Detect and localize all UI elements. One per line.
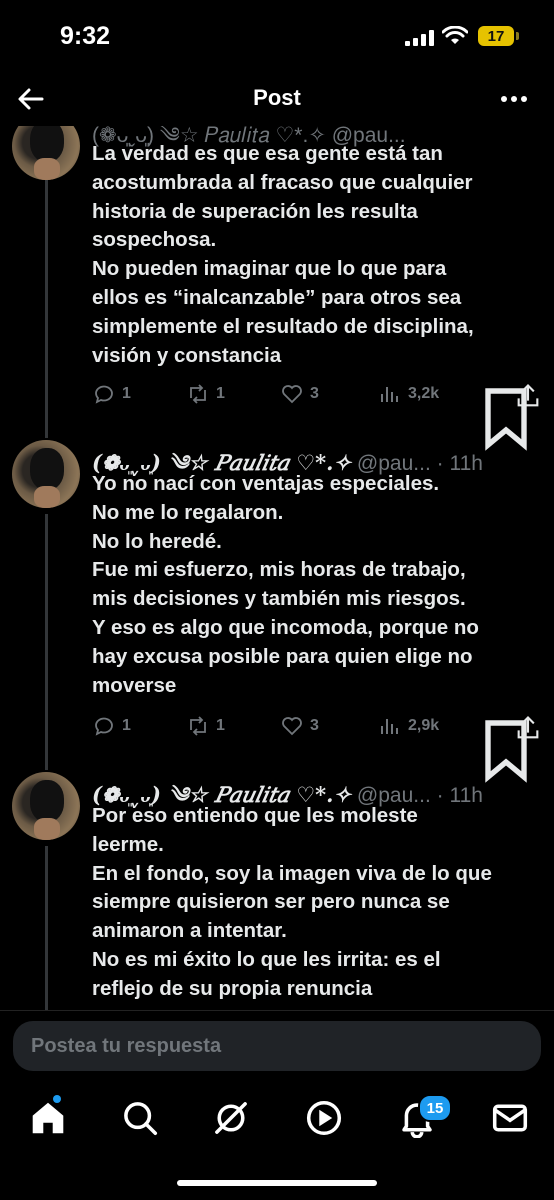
tweet-text: La verdad es que esa gente está tan acost…	[92, 142, 474, 367]
repost-button[interactable]: 1	[186, 714, 225, 738]
status-bar: 9:32 17	[0, 0, 554, 72]
views-icon	[381, 719, 398, 734]
heart-icon	[282, 385, 302, 404]
cellular-signal-icon	[405, 30, 434, 46]
tweet-actions: 1 1 3 2,9k	[92, 714, 542, 783]
home-unread-dot	[53, 1095, 61, 1103]
tweet-text: Por eso entiendo que les moleste leerme. E…	[92, 804, 492, 1000]
reply-bar: Postea tu respuesta	[0, 1010, 554, 1083]
thread-line	[45, 176, 48, 438]
thread-line	[45, 514, 48, 770]
battery-level: 17	[487, 27, 505, 45]
reply-icon	[95, 717, 113, 736]
views-icon	[381, 387, 398, 402]
reply-button[interactable]: 1	[92, 714, 131, 738]
search-icon[interactable]	[120, 1098, 160, 1138]
reply-button[interactable]: 1	[92, 382, 131, 406]
wifi-icon	[442, 26, 468, 44]
notifications-badge: 15	[418, 1094, 452, 1122]
repost-button[interactable]: 1	[186, 382, 225, 406]
share-icon[interactable]	[514, 382, 542, 410]
reply-icon	[95, 385, 113, 404]
more-options-icon[interactable]	[497, 86, 531, 112]
battery-icon: 17	[478, 26, 514, 46]
repost-icon	[190, 716, 206, 736]
page-title: Post	[253, 85, 301, 110]
views-button[interactable]: 2,9k	[378, 714, 439, 738]
like-button[interactable]: 3	[280, 382, 319, 406]
thread-line	[45, 846, 48, 1010]
tweet-text: Yo no nací con ventajas especiales. No me…	[92, 472, 479, 697]
nav-header: Post	[0, 72, 554, 126]
repost-icon	[190, 384, 206, 404]
home-indicator[interactable]	[177, 1180, 377, 1186]
grok-icon[interactable]	[211, 1098, 251, 1138]
reply-placeholder: Postea tu respuesta	[31, 1035, 222, 1057]
video-icon[interactable]	[304, 1098, 344, 1138]
like-button[interactable]: 3	[280, 714, 319, 738]
battery-tip	[516, 32, 519, 40]
thread-feed[interactable]: (❁ᴗ͈ˬᴗ͈) ༄☆ 𝑃𝑎𝑢𝑙𝑖𝑡𝑎 ♡*.✧ @pau... La verd…	[0, 126, 554, 1010]
avatar[interactable]	[12, 440, 80, 508]
heart-icon	[282, 717, 302, 736]
home-icon[interactable]	[28, 1098, 68, 1138]
avatar[interactable]	[12, 126, 80, 180]
reply-input[interactable]: Postea tu respuesta	[13, 1021, 541, 1071]
views-button[interactable]: 3,2k	[378, 382, 439, 406]
share-icon[interactable]	[514, 714, 542, 742]
status-time: 9:32	[60, 22, 111, 50]
messages-icon[interactable]	[490, 1098, 530, 1138]
tweet-actions: 1 1 3 3,2k	[92, 382, 542, 451]
avatar[interactable]	[12, 772, 80, 840]
